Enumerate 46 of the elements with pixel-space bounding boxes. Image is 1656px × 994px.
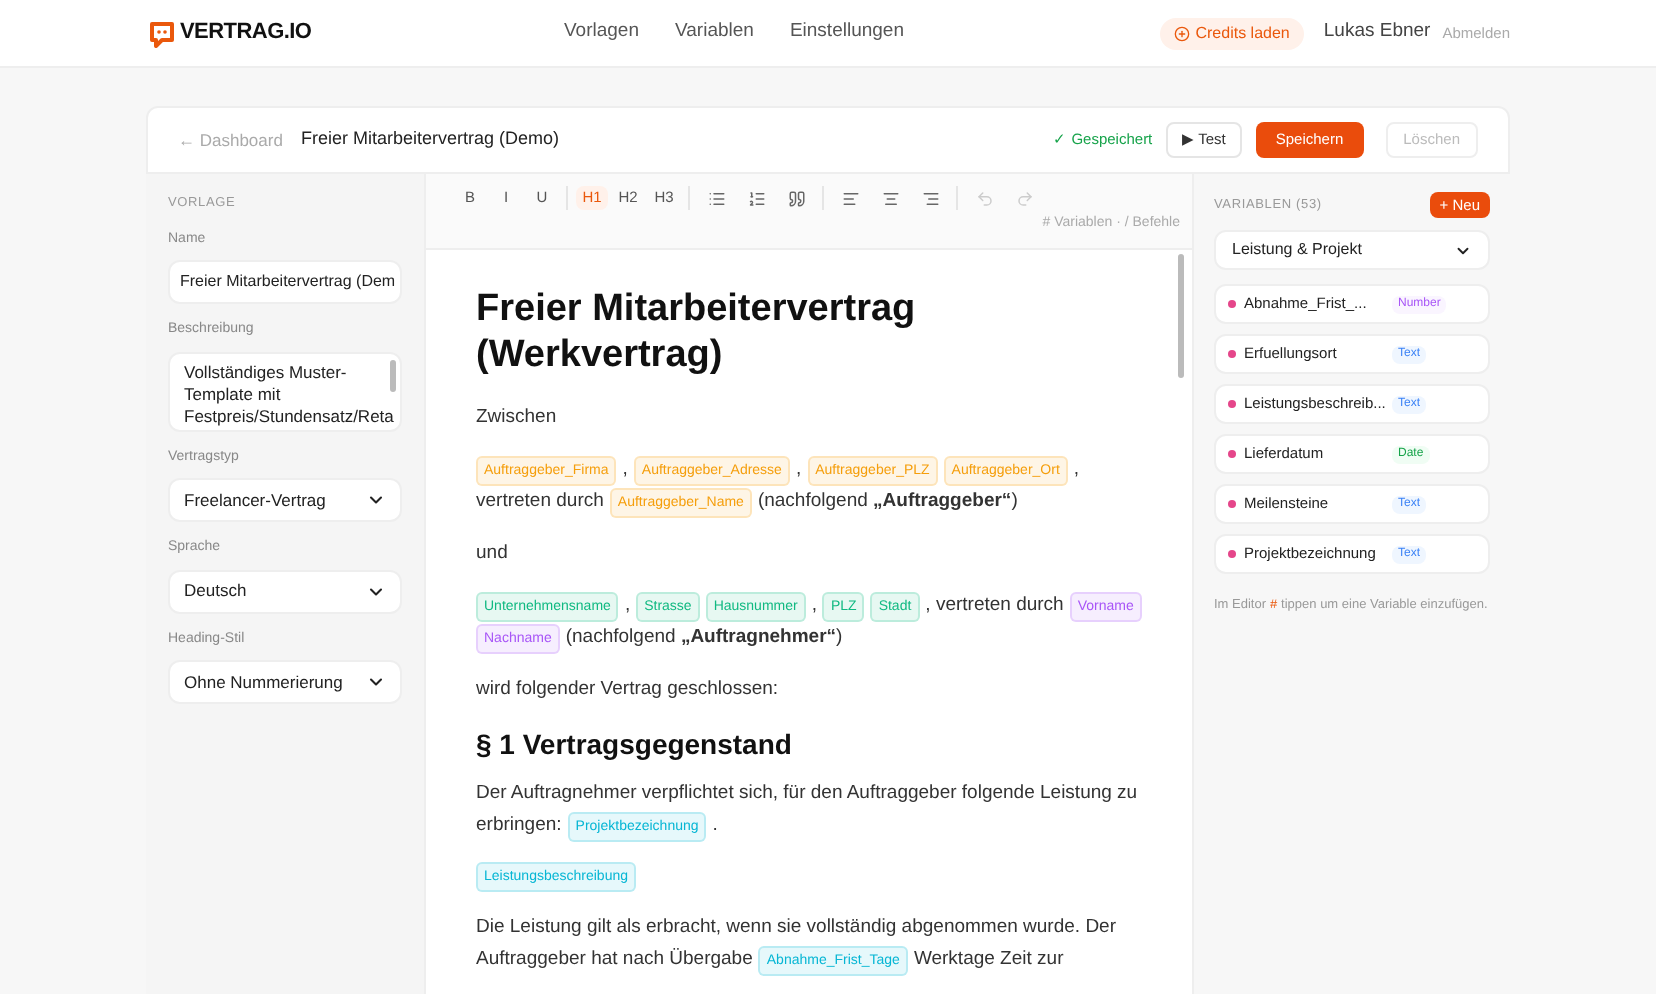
user-name: Lukas Ebner <box>1323 18 1431 47</box>
numbered-list-icon <box>747 189 765 207</box>
align-center-icon <box>881 189 899 207</box>
paragraph-text: , <box>795 456 802 484</box>
paragraph-text: (nachfolgend „Auftraggeber“) <box>757 488 1018 516</box>
redo-icon <box>1015 189 1033 207</box>
paragraph-text: erbringen: <box>476 812 562 840</box>
paragraph-text: vertreten durch <box>476 488 604 516</box>
paragraph-text: Die Leistung gilt als erbracht, wenn sie vollständig abgenommen wurde. Der <box>476 914 1117 942</box>
paragraph-text: , vertreten durch <box>925 592 1064 620</box>
brand-name: VERTRAG.IO <box>180 18 312 49</box>
undo-icon <box>975 189 993 207</box>
name-field[interactable]: Freier Mitarbeitervertrag (Dem <box>168 260 402 305</box>
paragraph-text: , <box>1073 456 1080 484</box>
paragraph-text: wird folgender Vertrag geschlossen: <box>476 676 779 704</box>
nav-link[interactable]: Variablen <box>675 18 754 48</box>
paragraph-text: , <box>624 592 631 620</box>
category-select[interactable]: Leistung & Projekt <box>1214 230 1490 270</box>
align-right-icon <box>921 189 939 207</box>
paragraph-text: (nachfolgend „Auftragnehmer“) <box>565 624 843 652</box>
paragraph-text: Zwischen <box>476 404 557 432</box>
description-field[interactable]: Vollständiges Muster-Template mit Festpreis/Stundensatz/Reta <box>168 351 402 432</box>
select-field[interactable]: Freelancer-Vertrag <box>168 478 402 523</box>
paragraph-text: . <box>712 812 718 840</box>
section-heading: § 1 Vertragsgegenstand <box>476 726 794 762</box>
scrollbar-thumb[interactable] <box>1178 254 1184 378</box>
select-field[interactable]: Ohne Nummerierung <box>168 660 402 705</box>
bullet-list-icon <box>707 189 725 207</box>
back-link[interactable]: ← Dashboard <box>178 127 283 153</box>
paragraph-text: Auftraggeber hat nach Übergabe <box>476 946 753 974</box>
nav-link[interactable]: Vorlagen <box>564 18 640 48</box>
document-title: Freier Mitarbeitervertrag (Werkvertrag) <box>476 286 918 378</box>
paragraph-text: , <box>811 592 817 620</box>
plus-circle-icon <box>1173 25 1190 41</box>
paragraph-text: Der Auftragnehmer verpflichtet sich, für den Auftraggeber folgende Leistung zu <box>476 780 1138 808</box>
paragraph-text: und <box>476 540 508 568</box>
logo-icon <box>148 19 176 47</box>
document-name: Freier Mitarbeitervertrag (Demo) <box>300 126 559 153</box>
paragraph-text: , <box>622 456 628 484</box>
quote-icon <box>787 189 805 207</box>
nav-link[interactable]: Einstellungen <box>789 18 904 48</box>
credits-button[interactable]: Credits laden <box>1159 17 1304 49</box>
paragraph-text: Werktage Zeit zur <box>913 946 1064 974</box>
scrollbar-thumb[interactable] <box>390 359 396 392</box>
align-left-icon <box>841 189 859 207</box>
select-field[interactable]: Deutsch <box>168 569 402 614</box>
